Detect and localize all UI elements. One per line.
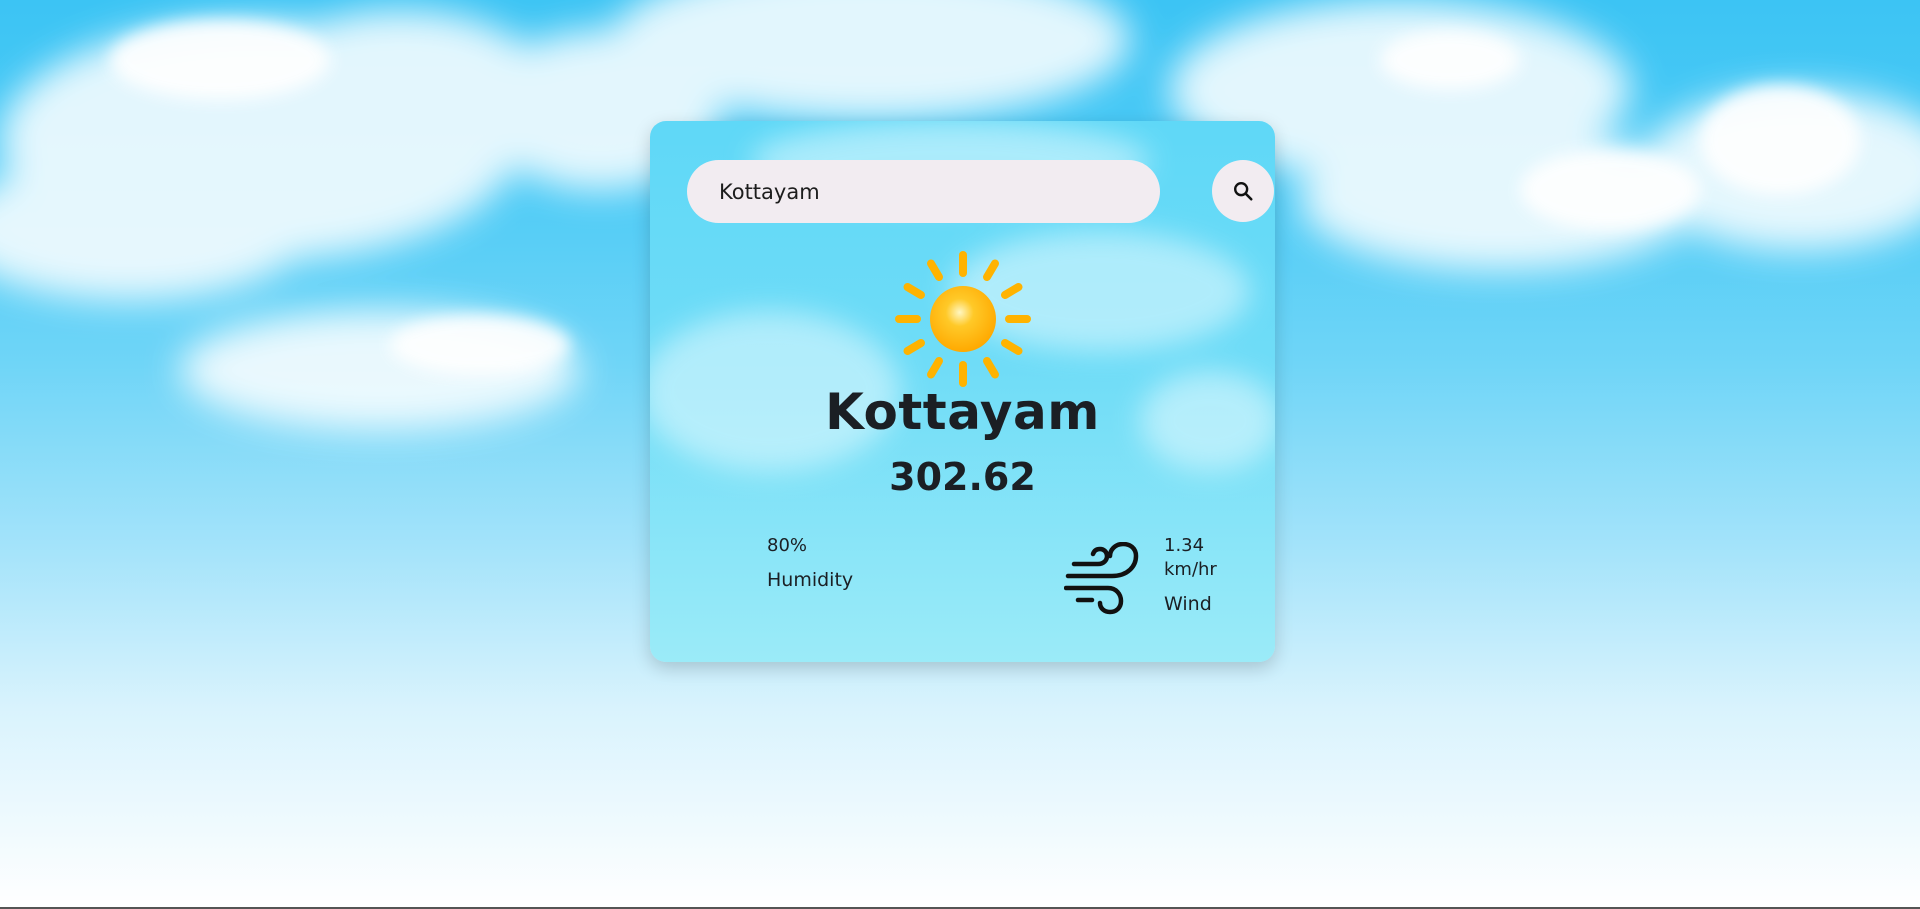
weather-app-page: Kottayam 302.62 80% Humidity 1.34 km/hr … <box>0 0 1920 909</box>
wind-label: Wind <box>1164 593 1212 615</box>
wind-detail: 1.34 km/hr Wind <box>1164 534 1234 616</box>
wind-value: 1.34 km/hr <box>1164 535 1217 580</box>
humidity-detail: 80% Humidity <box>767 534 907 592</box>
humidity-value: 80% <box>767 535 808 556</box>
search-icon <box>1234 182 1253 201</box>
city-name: Kottayam <box>825 383 1100 441</box>
city-search-input[interactable] <box>687 160 1160 223</box>
humidity-label: Humidity <box>767 569 854 591</box>
temperature: 302.62 <box>889 455 1036 499</box>
weather-card: Kottayam 302.62 80% Humidity 1.34 km/hr … <box>650 121 1275 662</box>
search-bar <box>687 160 1274 223</box>
sun-icon <box>895 251 1031 387</box>
wind-icon <box>1064 542 1139 615</box>
search-button[interactable] <box>1212 160 1274 222</box>
